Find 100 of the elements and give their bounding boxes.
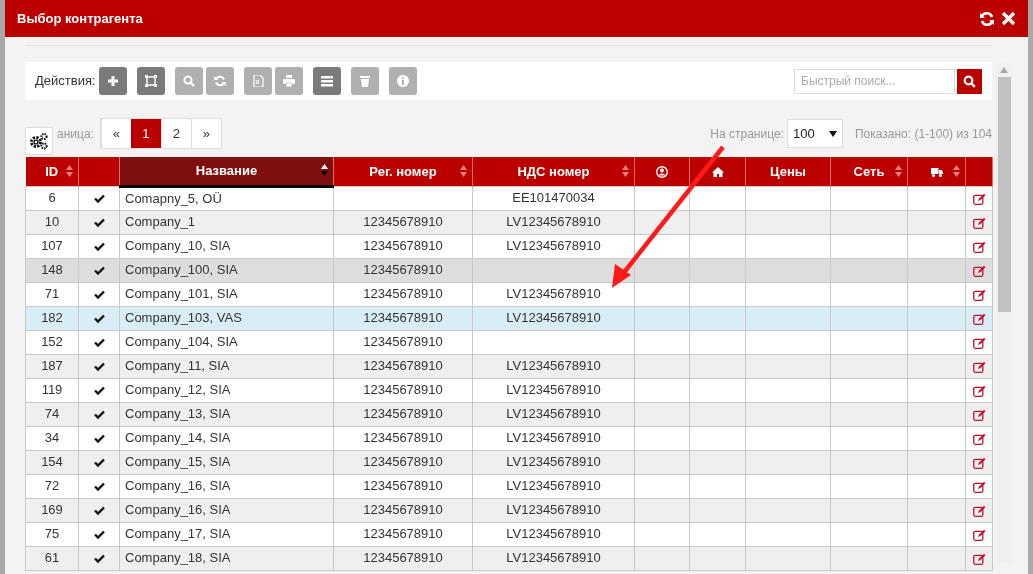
edit-icon[interactable] bbox=[972, 456, 986, 469]
vat-number-cell: LV12345678910 bbox=[506, 406, 601, 422]
column-header[interactable]: ID bbox=[25, 157, 79, 186]
table-row[interactable]: 148 Company_100, SIA 12345678910 bbox=[25, 258, 993, 282]
table-row[interactable]: 119 Company_12, SIA 12345678910 LV12345678910 bbox=[25, 378, 993, 402]
table-row[interactable]: 187 Company_11, SIA 12345678910 LV12345678910 bbox=[25, 354, 993, 378]
column-header[interactable]: Название bbox=[119, 157, 334, 186]
table-row[interactable]: 34 Company_14, SIA 12345678910 LV12345678910 bbox=[25, 426, 993, 450]
table-row[interactable]: 74 Company_13, SIA 12345678910 LV12345678910 bbox=[25, 402, 993, 426]
list-icon bbox=[320, 75, 333, 87]
name-cell: Company_10, SIA bbox=[125, 238, 231, 254]
vat-number-cell: EE101470034 bbox=[512, 190, 595, 206]
edit-icon[interactable] bbox=[972, 528, 986, 541]
truck-icon bbox=[930, 166, 943, 179]
name-cell: Company_14, SIA bbox=[125, 430, 231, 446]
table-row[interactable]: 169 Company_16, SIA 12345678910 LV12345678910 bbox=[25, 498, 993, 522]
scroll-thumb[interactable] bbox=[997, 77, 1011, 312]
id-cell: 152 bbox=[41, 334, 63, 350]
vat-number-cell: LV12345678910 bbox=[506, 214, 601, 230]
id-cell: 10 bbox=[44, 214, 60, 230]
reg-number-cell: 12345678910 bbox=[363, 502, 443, 518]
reg-number-cell: 12345678910 bbox=[363, 454, 443, 470]
name-cell: Company_1 bbox=[125, 214, 196, 230]
table-row[interactable]: 154 Company_15, SIA 12345678910 LV12345678910 bbox=[25, 450, 993, 474]
toolbar-button[interactable] bbox=[136, 67, 165, 95]
close-icon[interactable] bbox=[1001, 11, 1016, 26]
sort-icon bbox=[66, 165, 73, 177]
dropdown-caret-icon bbox=[828, 130, 837, 137]
table-row[interactable]: 75 Company_17, SIA 12345678910 LV12345678910 bbox=[25, 522, 993, 546]
edit-icon[interactable] bbox=[972, 336, 986, 349]
column-header[interactable]: Рег. номер bbox=[333, 157, 473, 186]
edit-icon[interactable] bbox=[972, 288, 986, 301]
edit-icon[interactable] bbox=[972, 504, 986, 517]
spreadsheet-icon bbox=[251, 75, 264, 87]
search-button[interactable] bbox=[957, 68, 982, 94]
reg-number-cell: 12345678910 bbox=[363, 430, 443, 446]
refresh-icon[interactable] bbox=[979, 10, 995, 27]
per-page-select[interactable]: 100 bbox=[786, 119, 843, 148]
reg-number-cell: 12345678910 bbox=[363, 526, 443, 542]
edit-icon[interactable] bbox=[972, 264, 986, 277]
name-cell: Company_16, SIA bbox=[125, 502, 231, 518]
vat-number-cell: LV12345678910 bbox=[506, 430, 601, 446]
column-header[interactable] bbox=[907, 157, 966, 186]
name-cell: Company_103, VAS bbox=[125, 310, 242, 326]
sort-icon bbox=[953, 165, 960, 177]
edit-icon[interactable] bbox=[972, 384, 986, 397]
shown-count: Показано: (1-100) из 104 bbox=[854, 125, 992, 143]
name-cell: Company_17, SIA bbox=[125, 526, 231, 542]
edit-icon[interactable] bbox=[972, 312, 986, 325]
edit-icon[interactable] bbox=[972, 216, 986, 229]
edit-icon[interactable] bbox=[972, 360, 986, 373]
id-cell: 182 bbox=[41, 310, 63, 326]
reg-number-cell: 12345678910 bbox=[363, 214, 443, 230]
column-header[interactable]: НДС номер bbox=[472, 157, 635, 186]
name-cell: Company_16, SIA bbox=[125, 478, 231, 494]
sort-icon bbox=[622, 165, 629, 177]
gears-icon bbox=[29, 132, 49, 150]
column-header: Цены bbox=[745, 157, 831, 186]
name-cell: Company_15, SIA bbox=[125, 454, 231, 470]
settings-button[interactable] bbox=[25, 127, 53, 155]
plus-icon bbox=[106, 75, 119, 87]
page-button[interactable]: 1 bbox=[130, 119, 161, 148]
toolbar-button[interactable] bbox=[98, 67, 127, 95]
name-cell: Company_101, SIA bbox=[125, 286, 238, 302]
reg-number-cell: 12345678910 bbox=[363, 310, 443, 326]
edit-icon[interactable] bbox=[972, 432, 986, 445]
edit-icon[interactable] bbox=[972, 240, 986, 253]
actions-label: Действия: bbox=[35, 72, 96, 91]
table-row[interactable]: 6 Comapny_5, OÜ EE101470034 bbox=[25, 186, 993, 210]
name-cell: Comapny_5, OÜ bbox=[125, 190, 222, 206]
table-row[interactable]: 152 Company_104, SIA 12345678910 bbox=[25, 330, 993, 354]
search-field[interactable]: Быстрый поиск... bbox=[794, 68, 955, 94]
name-cell: Company_100, SIA bbox=[125, 262, 238, 278]
edit-icon[interactable] bbox=[972, 408, 986, 421]
page-label: аница: bbox=[57, 125, 94, 143]
reg-number-cell: 12345678910 bbox=[363, 238, 443, 254]
id-cell: 72 bbox=[44, 478, 60, 494]
table-row[interactable]: 61 Company_18, SIA 12345678910 LV12345678910 bbox=[25, 546, 993, 570]
id-cell: 169 bbox=[41, 502, 63, 518]
table-row[interactable]: 72 Company_16, SIA 12345678910 LV12345678910 bbox=[25, 474, 993, 498]
sort-icon bbox=[321, 164, 328, 176]
table-row[interactable]: 10 Company_1 12345678910 LV12345678910 bbox=[25, 210, 993, 234]
vat-number-cell: LV12345678910 bbox=[506, 526, 601, 542]
id-cell: 74 bbox=[44, 406, 60, 422]
reg-number-cell: 12345678910 bbox=[363, 478, 443, 494]
edit-icon[interactable] bbox=[972, 552, 986, 565]
table-row[interactable]: 107 Company_10, SIA 12345678910 LV12345678910 bbox=[25, 234, 993, 258]
sort-icon bbox=[460, 165, 467, 177]
toolbar-button[interactable] bbox=[312, 67, 341, 95]
edit-icon[interactable] bbox=[972, 480, 986, 493]
column-header[interactable]: Сеть bbox=[830, 157, 908, 186]
table-row[interactable]: 182 Company_103, VAS 12345678910 LV12345678910 bbox=[25, 306, 993, 330]
vat-number-cell: LV12345678910 bbox=[506, 310, 601, 326]
name-cell: Company_11, SIA bbox=[125, 358, 230, 374]
id-cell: 61 bbox=[44, 550, 60, 566]
reg-number-cell: 12345678910 bbox=[363, 334, 443, 350]
vat-number-cell: LV12345678910 bbox=[506, 286, 601, 302]
edit-icon[interactable] bbox=[972, 192, 986, 205]
reg-number-cell: 12345678910 bbox=[363, 262, 443, 278]
table-row[interactable]: 71 Company_101, SIA 12345678910 LV12345678910 bbox=[25, 282, 993, 306]
